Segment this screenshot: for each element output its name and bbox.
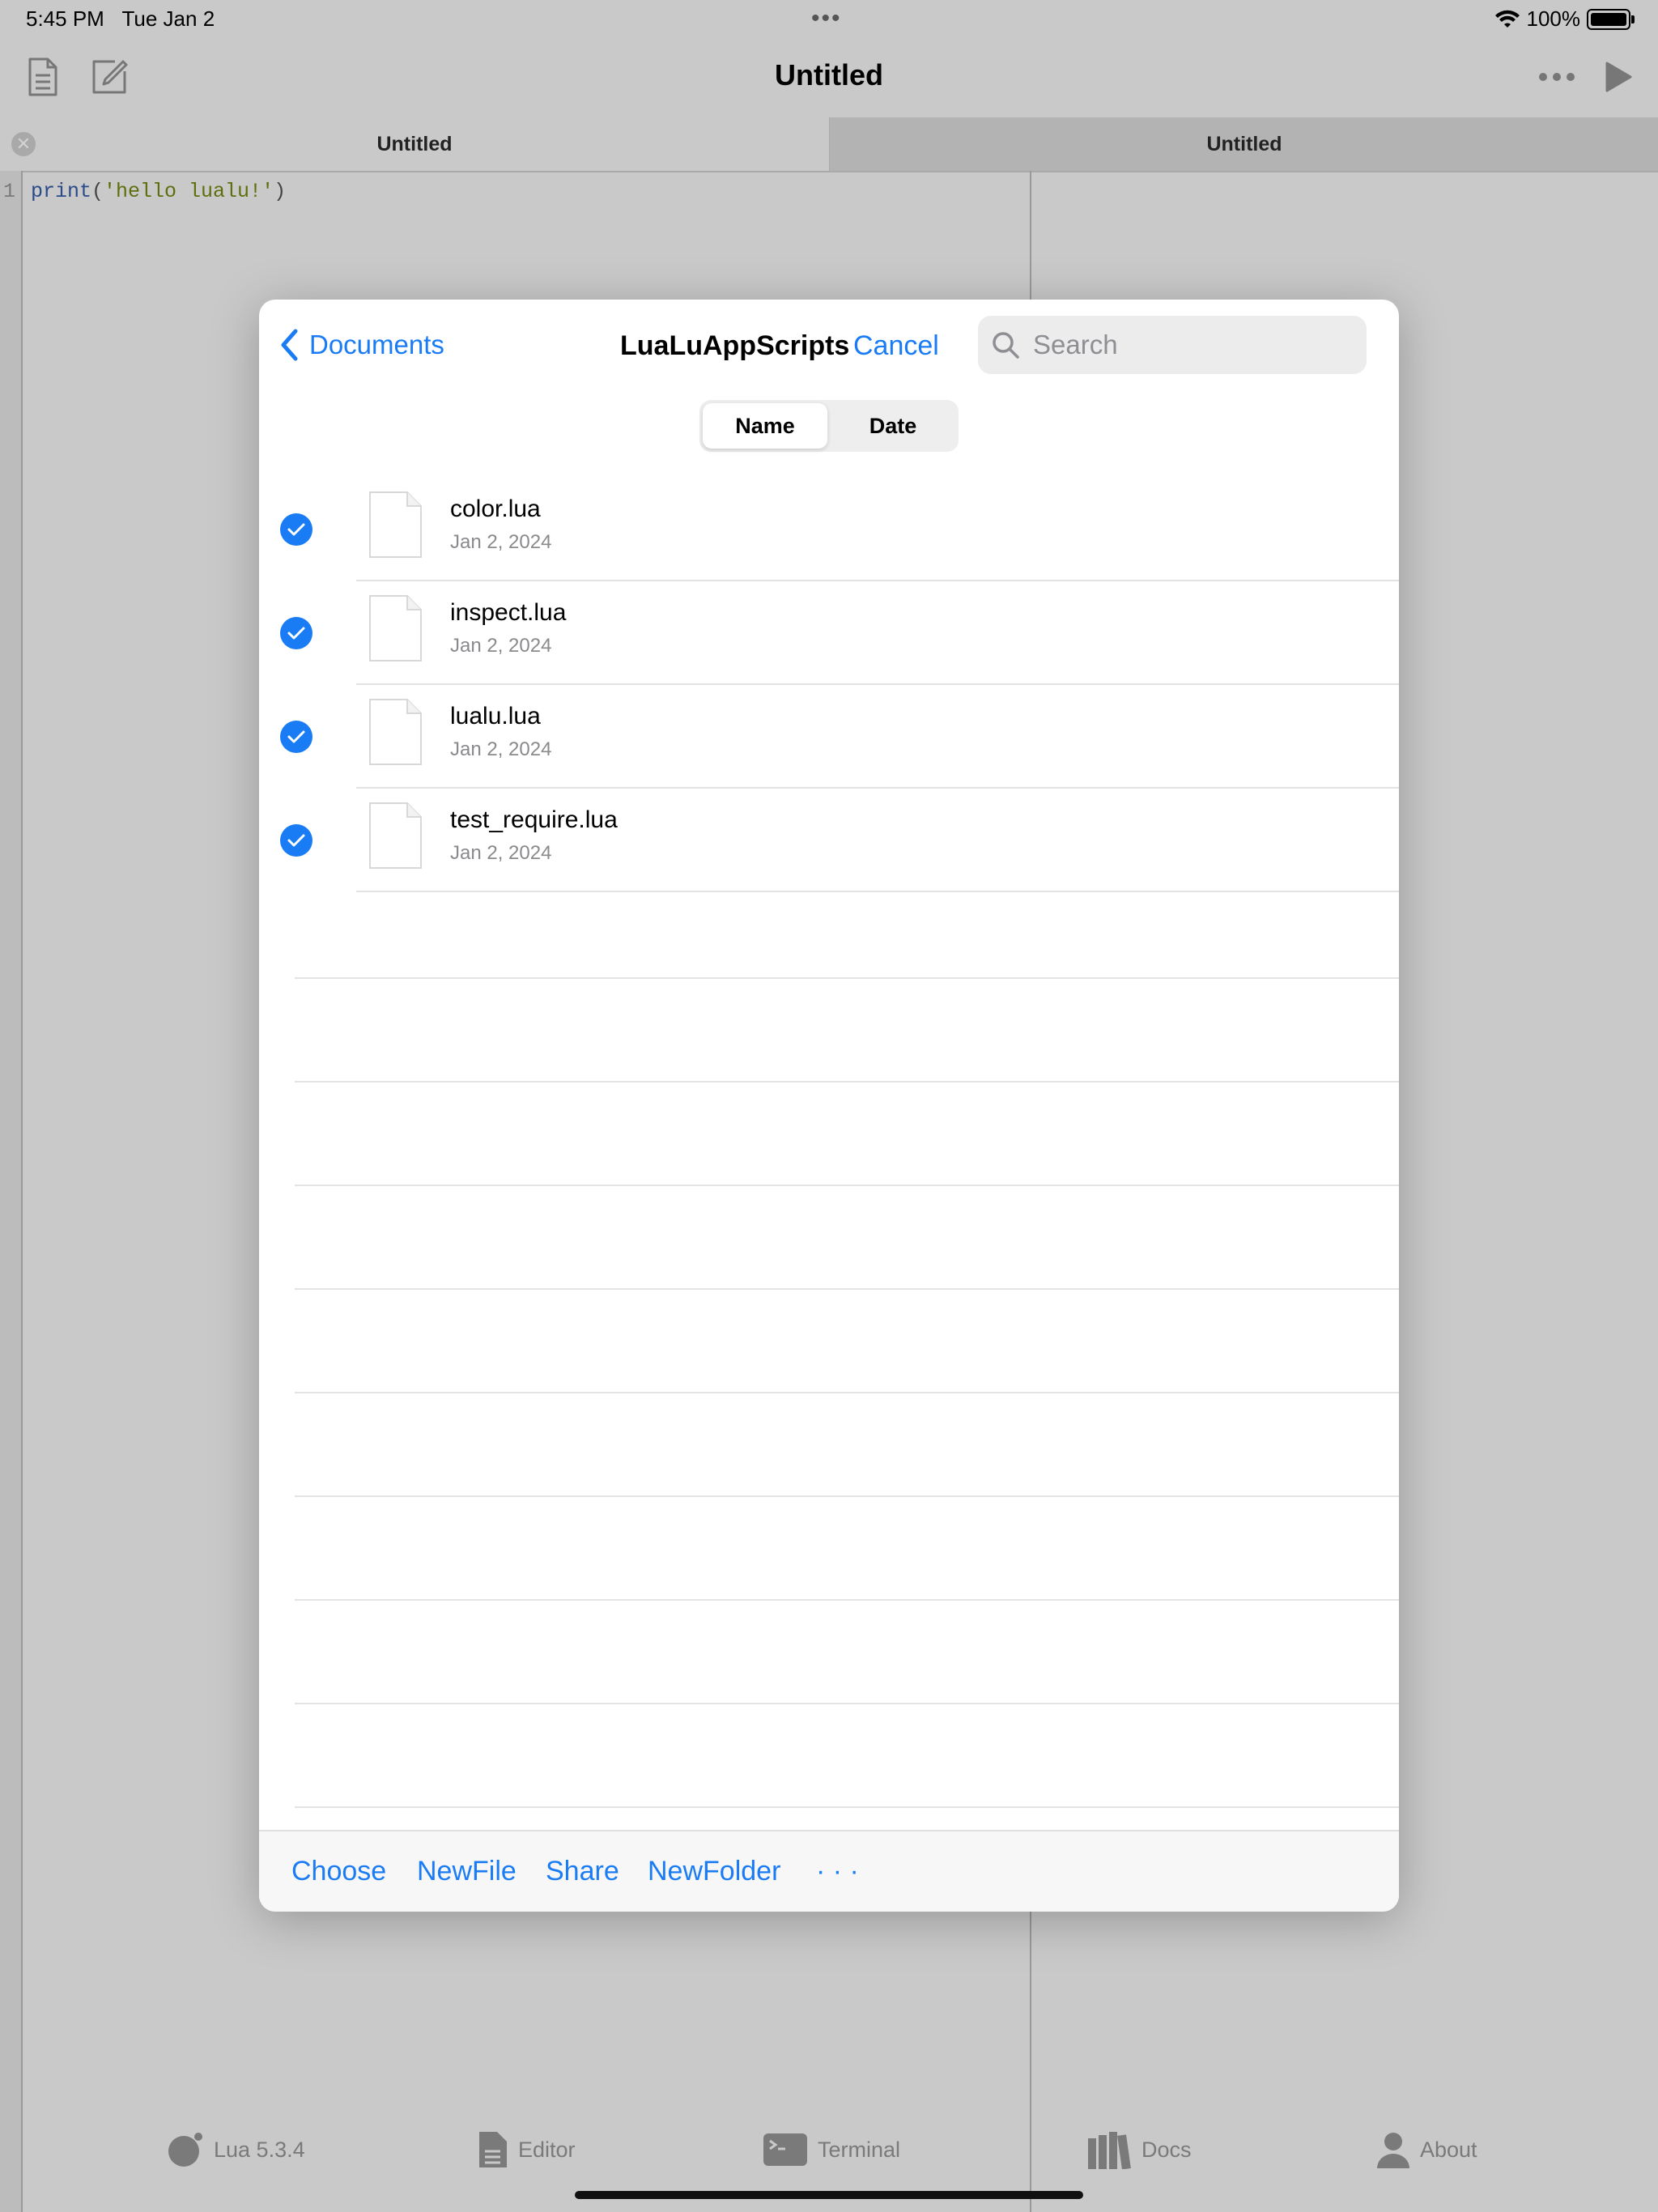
back-label: Documents — [309, 330, 444, 359]
file-name: inspect.lua — [450, 599, 567, 626]
empty-row-divider — [295, 1703, 1399, 1704]
sort-segmented-control: Name Date — [699, 400, 959, 452]
tab-label: Docs — [1141, 2137, 1192, 2162]
file-name: test_require.lua — [450, 806, 618, 833]
ellipsis-icon — [1539, 73, 1575, 81]
code-function: print — [31, 180, 92, 203]
new-file-button[interactable]: NewFile — [417, 1856, 517, 1887]
dialog-toolbar: Choose NewFile Share NewFolder · · · — [259, 1830, 1399, 1912]
empty-row-divider — [295, 1081, 1399, 1083]
search-field[interactable] — [978, 316, 1367, 374]
line-number: 1 — [3, 180, 16, 203]
folder-title: LuaLuAppScripts — [620, 330, 850, 361]
status-indicators: 100% — [1494, 6, 1635, 32]
tab-label: About — [1420, 2137, 1477, 2162]
lua-logo-icon — [168, 2133, 202, 2167]
file-date: Jan 2, 2024 — [450, 842, 552, 864]
status-date: Tue Jan 2 — [121, 6, 215, 31]
tab-untitled-2[interactable]: Untitled — [829, 117, 1658, 171]
checkmark-icon[interactable] — [280, 824, 312, 857]
close-tab-icon[interactable]: ✕ — [11, 132, 36, 156]
battery-icon — [1587, 8, 1635, 30]
tab-lua[interactable]: Lua 5.3.4 — [167, 2129, 305, 2170]
file-picker-dialog: Documents LuaLuAppScripts Cancel Name Da… — [259, 300, 1399, 1912]
file-row[interactable]: test_require.lua Jan 2, 2024 — [259, 787, 1399, 891]
code-string: 'hello lualu!' — [104, 180, 274, 203]
status-clock: 5:45 PM — [26, 6, 104, 31]
tab-about[interactable]: About — [1376, 2129, 1477, 2170]
books-icon — [1088, 2132, 1131, 2169]
empty-row-divider — [295, 1495, 1399, 1497]
file-icon — [369, 802, 422, 869]
file-name: color.lua — [450, 496, 541, 522]
file-date: Jan 2, 2024 — [450, 635, 552, 657]
tab-label: Untitled — [376, 132, 453, 155]
tab-untitled-1[interactable]: Untitled — [0, 117, 829, 171]
sort-date-button[interactable]: Date — [831, 403, 955, 449]
terminal-icon — [763, 2133, 807, 2166]
tab-label: Terminal — [818, 2137, 901, 2162]
tab-label: Untitled — [1206, 132, 1282, 155]
multitasking-dots[interactable]: ••• — [811, 5, 842, 32]
person-icon — [1377, 2133, 1409, 2168]
wifi-icon — [1494, 10, 1520, 28]
tab-terminal[interactable]: Terminal — [763, 2129, 900, 2170]
checkmark-icon[interactable] — [280, 617, 312, 649]
code-paren-open: ( — [91, 180, 104, 203]
battery-percent: 100% — [1526, 6, 1581, 31]
file-date: Jan 2, 2024 — [450, 738, 552, 760]
file-row[interactable]: color.lua Jan 2, 2024 — [259, 476, 1399, 580]
document-icon — [479, 2132, 507, 2167]
checkmark-icon[interactable] — [280, 513, 312, 546]
empty-row-divider — [295, 1288, 1399, 1290]
search-input[interactable] — [1031, 329, 1342, 361]
cancel-button[interactable]: Cancel — [853, 330, 939, 362]
new-folder-button[interactable]: NewFolder — [648, 1856, 780, 1887]
file-row[interactable]: lualu.lua Jan 2, 2024 — [259, 683, 1399, 787]
file-row[interactable]: inspect.lua Jan 2, 2024 — [259, 580, 1399, 683]
sort-name-button[interactable]: Name — [703, 403, 827, 449]
empty-row-divider — [295, 1392, 1399, 1393]
empty-row-divider — [295, 977, 1399, 979]
file-icon — [369, 699, 422, 765]
tab-label: Lua 5.3.4 — [214, 2137, 305, 2162]
tab-docs[interactable]: Docs — [1086, 2129, 1192, 2170]
editor-tab-bar: Untitled ✕ Untitled — [0, 117, 1658, 172]
line-gutter — [0, 171, 23, 2212]
row-divider — [356, 891, 1399, 892]
page-title: Untitled — [775, 58, 883, 91]
search-icon — [993, 332, 1019, 359]
chevron-left-icon — [281, 329, 298, 361]
tab-label: Editor — [518, 2137, 576, 2162]
code-paren-close: ) — [274, 180, 287, 203]
play-icon — [1605, 62, 1632, 92]
empty-row-divider — [295, 1806, 1399, 1808]
file-icon — [369, 595, 422, 661]
file-icon — [369, 491, 422, 558]
choose-button[interactable]: Choose — [291, 1856, 386, 1887]
tab-editor[interactable]: Editor — [478, 2129, 576, 2170]
empty-row-divider — [295, 1185, 1399, 1186]
back-button[interactable]: Documents — [280, 329, 444, 361]
more-actions-button[interactable]: · · · — [816, 1856, 859, 1887]
more-button[interactable] — [1537, 57, 1577, 97]
share-button[interactable]: Share — [546, 1856, 619, 1887]
file-date: Jan 2, 2024 — [450, 531, 552, 553]
home-indicator[interactable] — [575, 2191, 1083, 2199]
empty-row-divider — [295, 1599, 1399, 1601]
checkmark-icon[interactable] — [280, 721, 312, 753]
run-button[interactable] — [1598, 57, 1639, 97]
file-name: lualu.lua — [450, 703, 541, 730]
code-editor[interactable]: print('hello lualu!') — [31, 180, 286, 203]
status-time: 5:45 PM Tue Jan 2 — [26, 6, 215, 32]
